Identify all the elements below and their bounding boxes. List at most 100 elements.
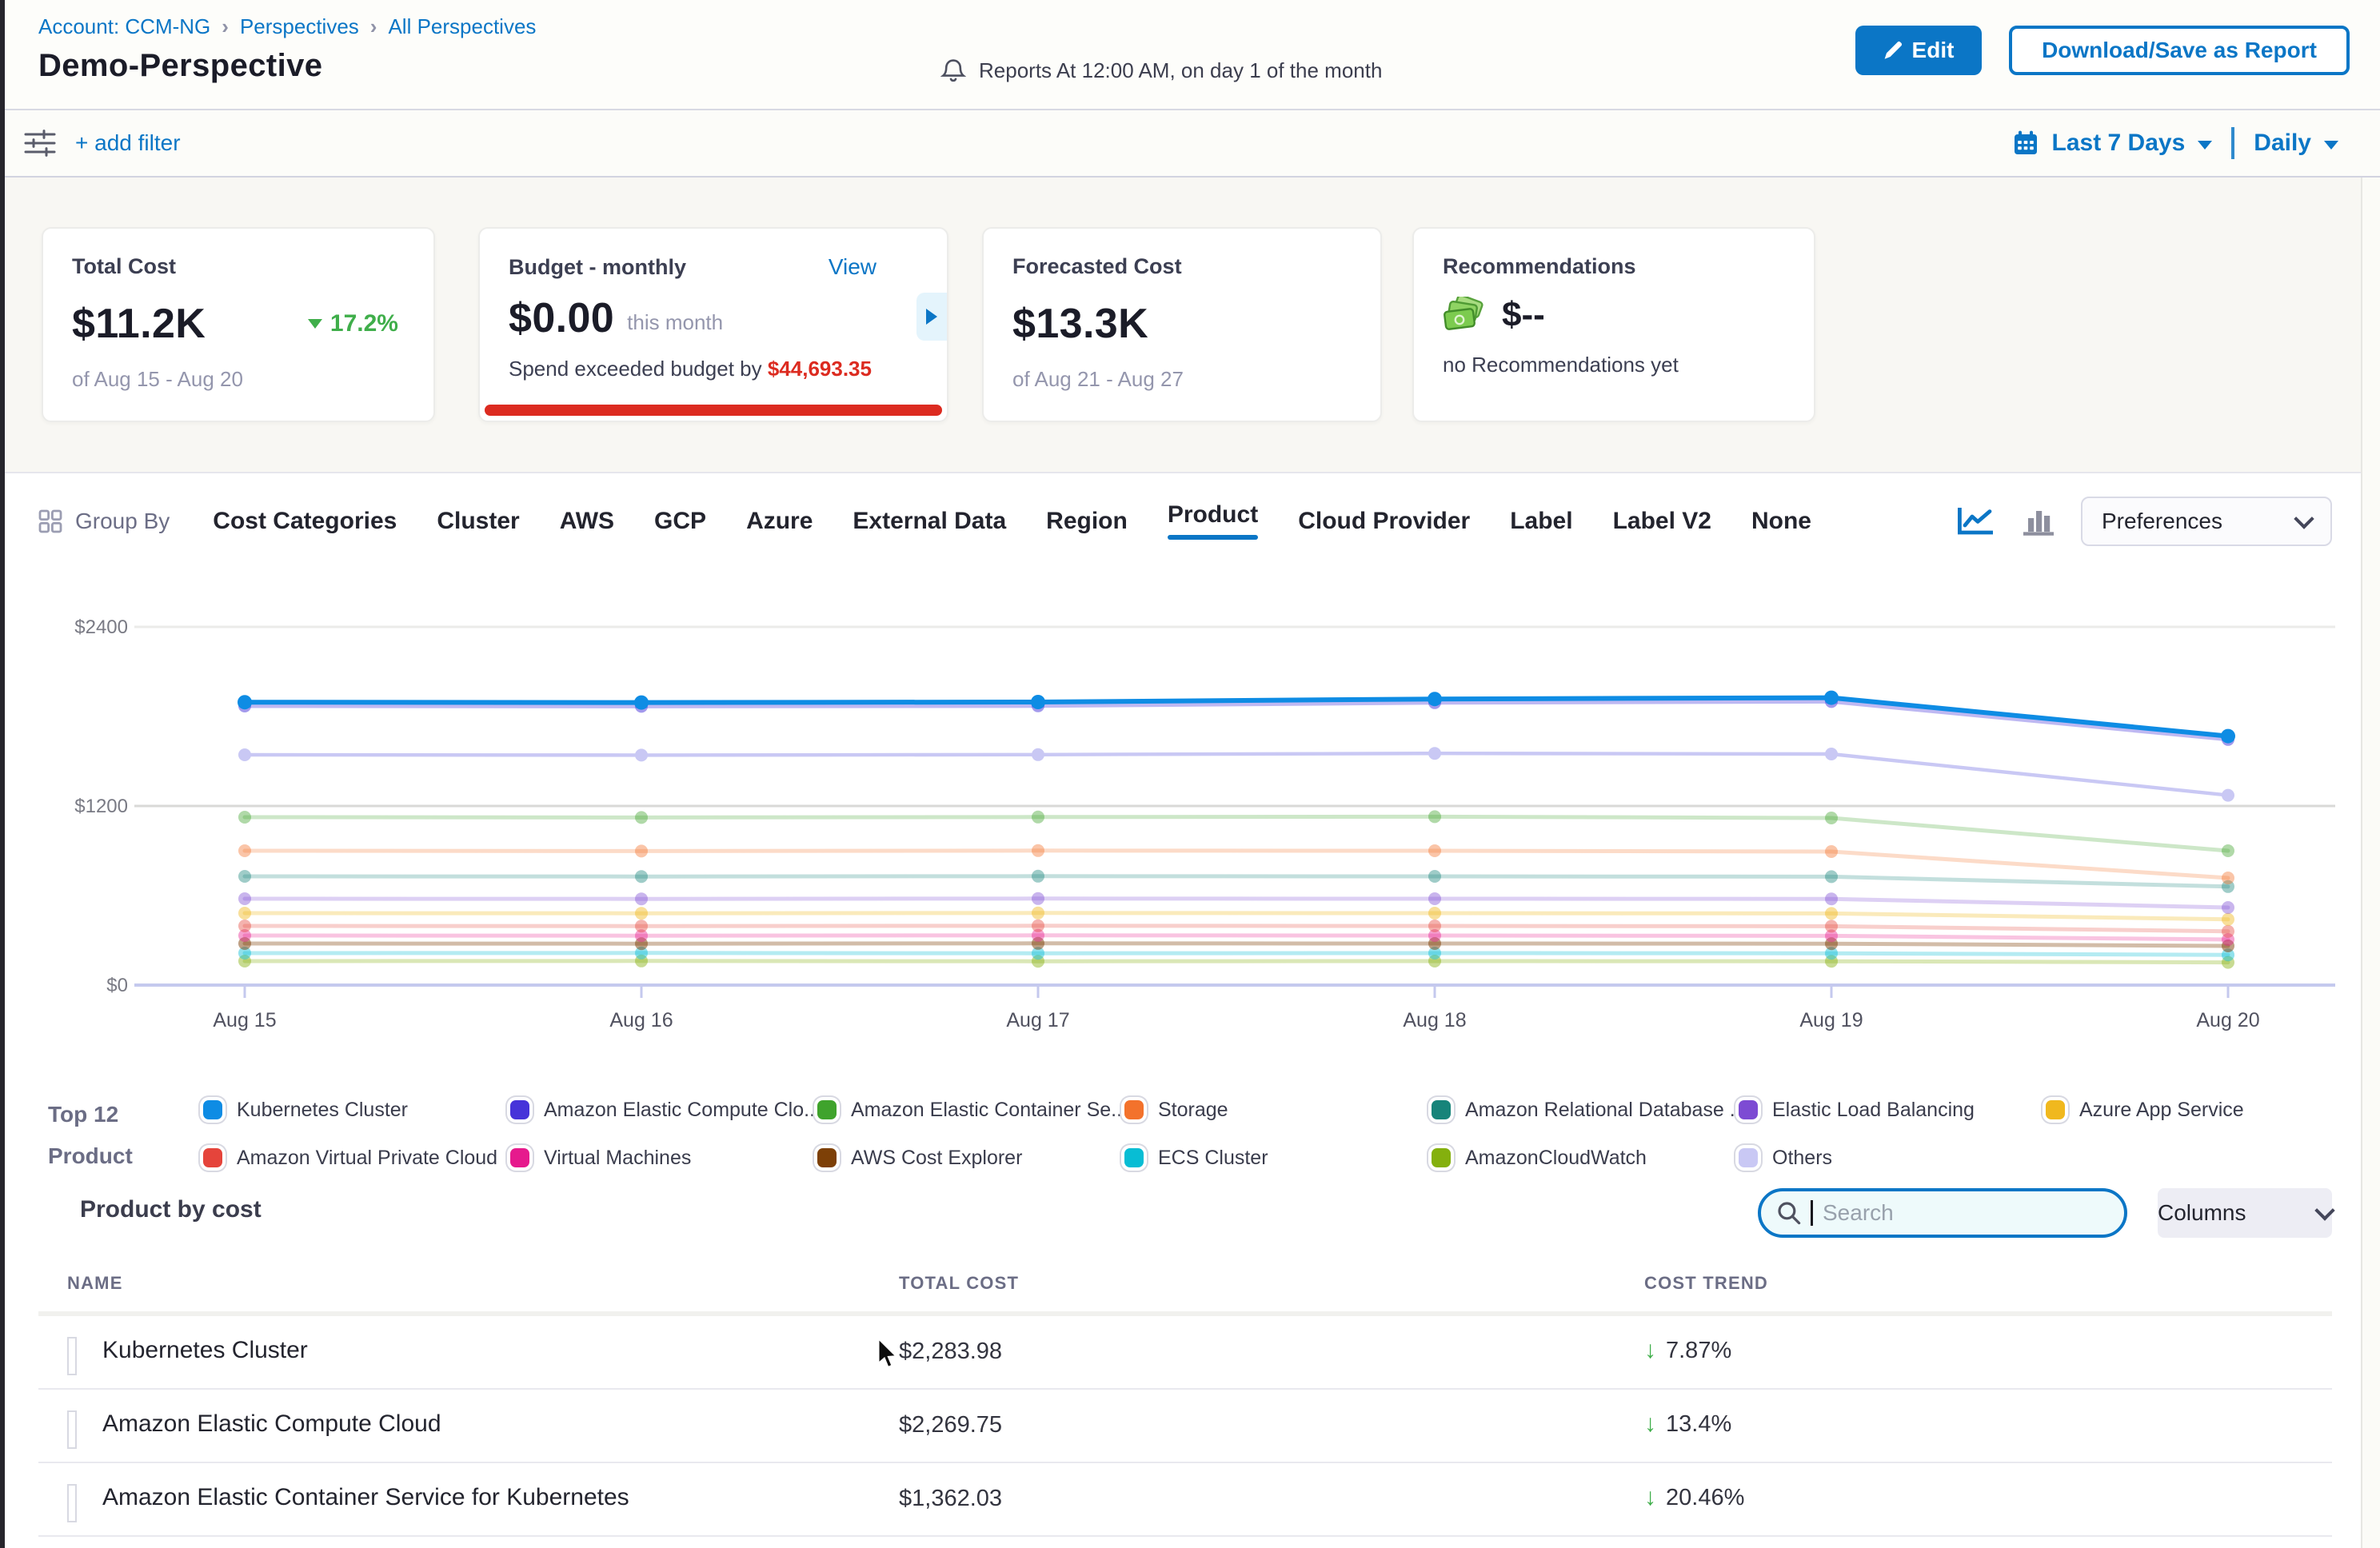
svg-text:Aug 16: Aug 16 <box>609 1009 673 1031</box>
summary-cards-band: Total Cost $11.2K 17.2% of Aug 15 - Aug … <box>0 176 2380 472</box>
edit-button-label: Edit <box>1912 38 1955 63</box>
svg-text:Aug 17: Aug 17 <box>1006 1009 1069 1031</box>
legend-item-label: Amazon Elastic Container Se... <box>851 1099 1128 1122</box>
preferences-dropdown[interactable]: Preferences <box>2081 497 2332 546</box>
download-save-report-button[interactable]: Download/Save as Report <box>2009 26 2350 75</box>
chevron-down-icon[interactable] <box>2198 141 2212 150</box>
preferences-label: Preferences <box>2102 509 2222 534</box>
group-by-label: Group By <box>75 509 170 534</box>
tab-cost-categories[interactable]: Cost Categories <box>213 508 397 535</box>
legend-item-elastic-load-balancing[interactable]: Elastic Load Balancing <box>1734 1091 2041 1129</box>
add-filter-button[interactable]: + add filter <box>75 110 181 176</box>
row-product-name: Amazon Elastic Container Service for Kub… <box>102 1484 629 1511</box>
legend-swatch <box>1739 1148 1758 1167</box>
tab-region[interactable]: Region <box>1046 508 1128 535</box>
legend-item-amazoncloudwatch[interactable]: AmazonCloudWatch <box>1427 1139 1734 1177</box>
legend-item-storage[interactable]: Storage <box>1120 1091 1427 1129</box>
budget-view-link[interactable]: View <box>829 254 877 280</box>
tab-none[interactable]: None <box>1751 508 1811 535</box>
tab-cluster[interactable]: Cluster <box>437 508 519 535</box>
date-range-dropdown[interactable]: Last 7 Days <box>2052 130 2186 157</box>
table-row-amazon-elastic-compute-cloud[interactable]: Amazon Elastic Compute Cloud$2,269.75↓13… <box>38 1390 2332 1463</box>
grid-icon <box>38 509 62 533</box>
group-by-tabs: Cost Categories Cluster AWS GCP Azure Externa… <box>213 508 1811 535</box>
search-placeholder: Search <box>1823 1200 1894 1226</box>
cost-trend-chart[interactable]: $2400$1200$0Aug 15Aug 16Aug 17Aug 18Aug … <box>38 579 2342 1052</box>
svg-text:Aug 15: Aug 15 <box>213 1009 276 1031</box>
legend-item-amazon-relational-database[interactable]: Amazon Relational Database ... <box>1427 1091 1734 1129</box>
row-swatch <box>67 1415 72 1445</box>
legend-item-label: Amazon Elastic Compute Clo... <box>544 1099 821 1122</box>
legend-item-label: Virtual Machines <box>544 1147 691 1170</box>
tab-cloud-provider[interactable]: Cloud Provider <box>1298 508 1470 535</box>
search-icon <box>1777 1201 1801 1225</box>
tab-label-v2[interactable]: Label V2 <box>1613 508 1711 535</box>
legend-swatch <box>817 1100 837 1119</box>
budget-expand-button[interactable] <box>916 293 947 341</box>
row-cost-trend: ↓13.4% <box>1644 1410 1731 1438</box>
legend-item-amazon-elastic-compute-clo[interactable]: Amazon Elastic Compute Clo... <box>505 1091 813 1129</box>
legend-item-virtual-machines[interactable]: Virtual Machines <box>505 1139 813 1177</box>
legend-swatch <box>510 1100 529 1119</box>
legend-item-azure-app-service[interactable]: Azure App Service <box>2041 1091 2348 1129</box>
legend-item-ecs-cluster[interactable]: ECS Cluster <box>1120 1139 1427 1177</box>
tab-external-data[interactable]: External Data <box>853 508 1006 535</box>
budget-label: Budget - monthly <box>509 255 686 280</box>
row-product-name: Amazon Elastic Compute Cloud <box>102 1410 441 1438</box>
chevron-down-icon[interactable] <box>2324 141 2338 150</box>
recommendations-card: Recommendations $-- no Recommendations y… <box>1412 227 1815 422</box>
total-cost-period: of Aug 15 - Aug 20 <box>72 367 405 392</box>
legend-item-aws-cost-explorer[interactable]: AWS Cost Explorer <box>813 1139 1120 1177</box>
legend-item-amazon-virtual-private-cloud[interactable]: Amazon Virtual Private Cloud <box>198 1139 505 1177</box>
table-row-amazon-elastic-container-service-for-kubernetes[interactable]: Amazon Elastic Container Service for Kub… <box>38 1463 2332 1537</box>
legend-item-others[interactable]: Others <box>1734 1139 2041 1177</box>
tab-product[interactable]: Product <box>1168 501 1258 529</box>
range-divider <box>2231 127 2234 159</box>
row-trend-value: 7.87% <box>1666 1338 1731 1364</box>
granularity-dropdown[interactable]: Daily <box>2254 130 2311 157</box>
tab-aws[interactable]: AWS <box>560 508 614 535</box>
legend-item-label: Amazon Virtual Private Cloud <box>237 1147 497 1170</box>
legend-swatch <box>203 1100 222 1119</box>
chevron-down-icon <box>2314 1200 2334 1220</box>
legend-swatch <box>1124 1148 1144 1167</box>
arrow-down-icon: ↓ <box>1644 1484 1656 1511</box>
legend-item-kubernetes-cluster[interactable]: Kubernetes Cluster <box>198 1091 505 1129</box>
legend-swatch <box>510 1148 529 1167</box>
column-header-name[interactable]: NAME <box>67 1273 123 1294</box>
tab-label[interactable]: Label <box>1510 508 1572 535</box>
line-chart-icon[interactable] <box>1956 505 1996 537</box>
bar-chart-icon[interactable] <box>2022 505 2055 537</box>
table-body: Kubernetes Cluster$2,283.98↓7.87%Amazon … <box>38 1316 2332 1537</box>
svg-text:$1200: $1200 <box>74 796 128 817</box>
column-header-total-cost[interactable]: TOTAL COST <box>899 1273 1019 1294</box>
tab-azure[interactable]: Azure <box>746 508 813 535</box>
table-row-kubernetes-cluster[interactable]: Kubernetes Cluster$2,283.98↓7.87% <box>38 1316 2332 1390</box>
column-header-cost-trend[interactable]: COST TREND <box>1644 1273 1768 1294</box>
breadcrumb-link-all-perspectives[interactable]: All Perspectives <box>388 14 536 39</box>
legend-swatch <box>817 1148 837 1167</box>
breadcrumb-link-account-ccm-ng[interactable]: Account: CCM-NG <box>38 14 210 39</box>
legend-item-amazon-elastic-container-se[interactable]: Amazon Elastic Container Se... <box>813 1091 1120 1129</box>
filter-sliders-icon[interactable] <box>24 130 56 163</box>
search-input[interactable]: Search <box>1758 1188 2127 1238</box>
breadcrumb-link-perspectives[interactable]: Perspectives <box>240 14 359 39</box>
total-cost-trend: 17.2% <box>308 310 398 337</box>
legend-item-label: AmazonCloudWatch <box>1465 1147 1647 1170</box>
product-cost-table: NAME TOTAL COST COST TREND Kubernetes Cl… <box>38 1263 2332 1537</box>
row-product-name: Kubernetes Cluster <box>102 1337 308 1364</box>
chevron-right-icon <box>926 309 937 325</box>
total-cost-card: Total Cost $11.2K 17.2% of Aug 15 - Aug … <box>42 227 435 422</box>
group-by-row: Group By Cost Categories Cluster AWS GCP Azu… <box>38 493 2332 550</box>
columns-dropdown[interactable]: Columns <box>2158 1188 2332 1238</box>
svg-text:Aug 18: Aug 18 <box>1403 1009 1466 1031</box>
legend-item-label: Kubernetes Cluster <box>237 1099 408 1122</box>
time-range-controls: Last 7 Days Daily <box>2012 110 2338 176</box>
scrollbar-track[interactable] <box>2361 176 2380 1548</box>
tab-gcp[interactable]: GCP <box>654 508 706 535</box>
page-title: Demo-Perspective <box>38 48 322 84</box>
legend-swatch <box>203 1148 222 1167</box>
recommendations-label: Recommendations <box>1443 254 1785 279</box>
legend-swatch <box>2046 1100 2065 1119</box>
edit-button[interactable]: Edit <box>1855 26 1982 75</box>
